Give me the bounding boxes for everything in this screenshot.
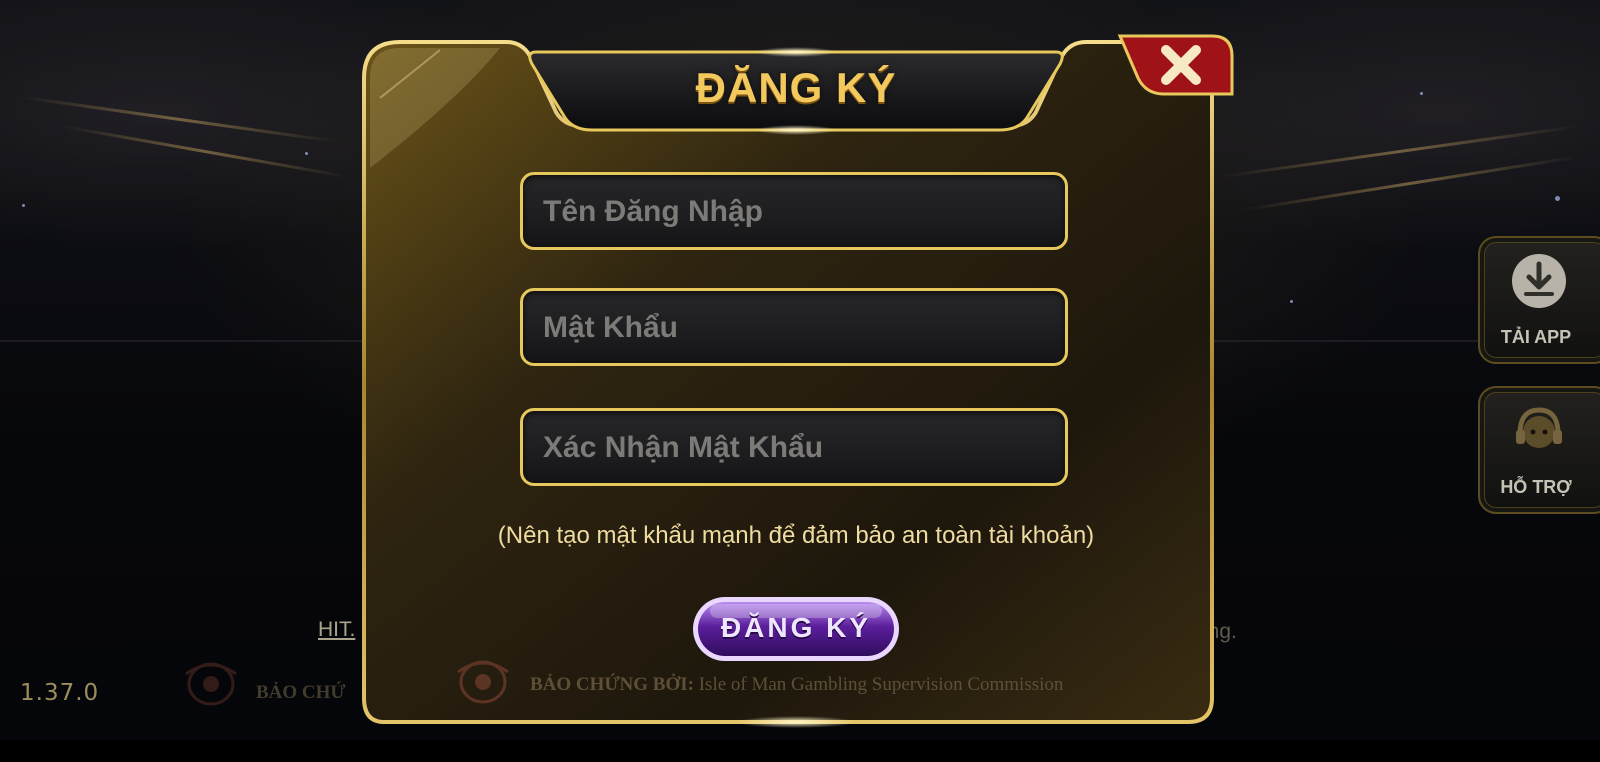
password-field[interactable] [520, 288, 1068, 366]
certification-line: BẢO CHỨNG BỞI: Isle of Man Gambling Supe… [452, 658, 1142, 708]
password-input[interactable] [541, 291, 1055, 365]
confirm-password-input[interactable] [541, 411, 1055, 485]
app-background: HIT. ăng. 1.37.0 BẢO CHỨ TẢI APP HỖ TRỢ [0, 0, 1600, 740]
confirm-password-field[interactable] [520, 408, 1068, 486]
username-input[interactable] [541, 175, 1055, 249]
certification-text: BẢO CHỨNG BỞI: Isle of Man Gambling Supe… [530, 674, 1063, 696]
certified-by-label: BẢO CHỨNG BỞI: [530, 674, 694, 695]
register-submit-label: ĐĂNG KÝ [720, 612, 872, 643]
username-field[interactable] [520, 172, 1068, 250]
certified-by-value: Isle of Man Gambling Supervision Commiss… [693, 674, 1064, 695]
register-dialog: ĐĂNG KÝ (Nên tạo mật khẩu mạnh để đảm bả… [360, 34, 1234, 728]
seal-icon [457, 660, 509, 704]
dialog-title: ĐĂNG KÝ [695, 64, 897, 111]
password-hint: (Nên tạo mật khẩu mạnh để đảm bảo an toà… [497, 522, 1095, 549]
close-button[interactable] [1112, 34, 1236, 96]
bottom-bar [0, 740, 1600, 762]
register-submit-button[interactable]: ĐĂNG KÝ [690, 594, 902, 664]
